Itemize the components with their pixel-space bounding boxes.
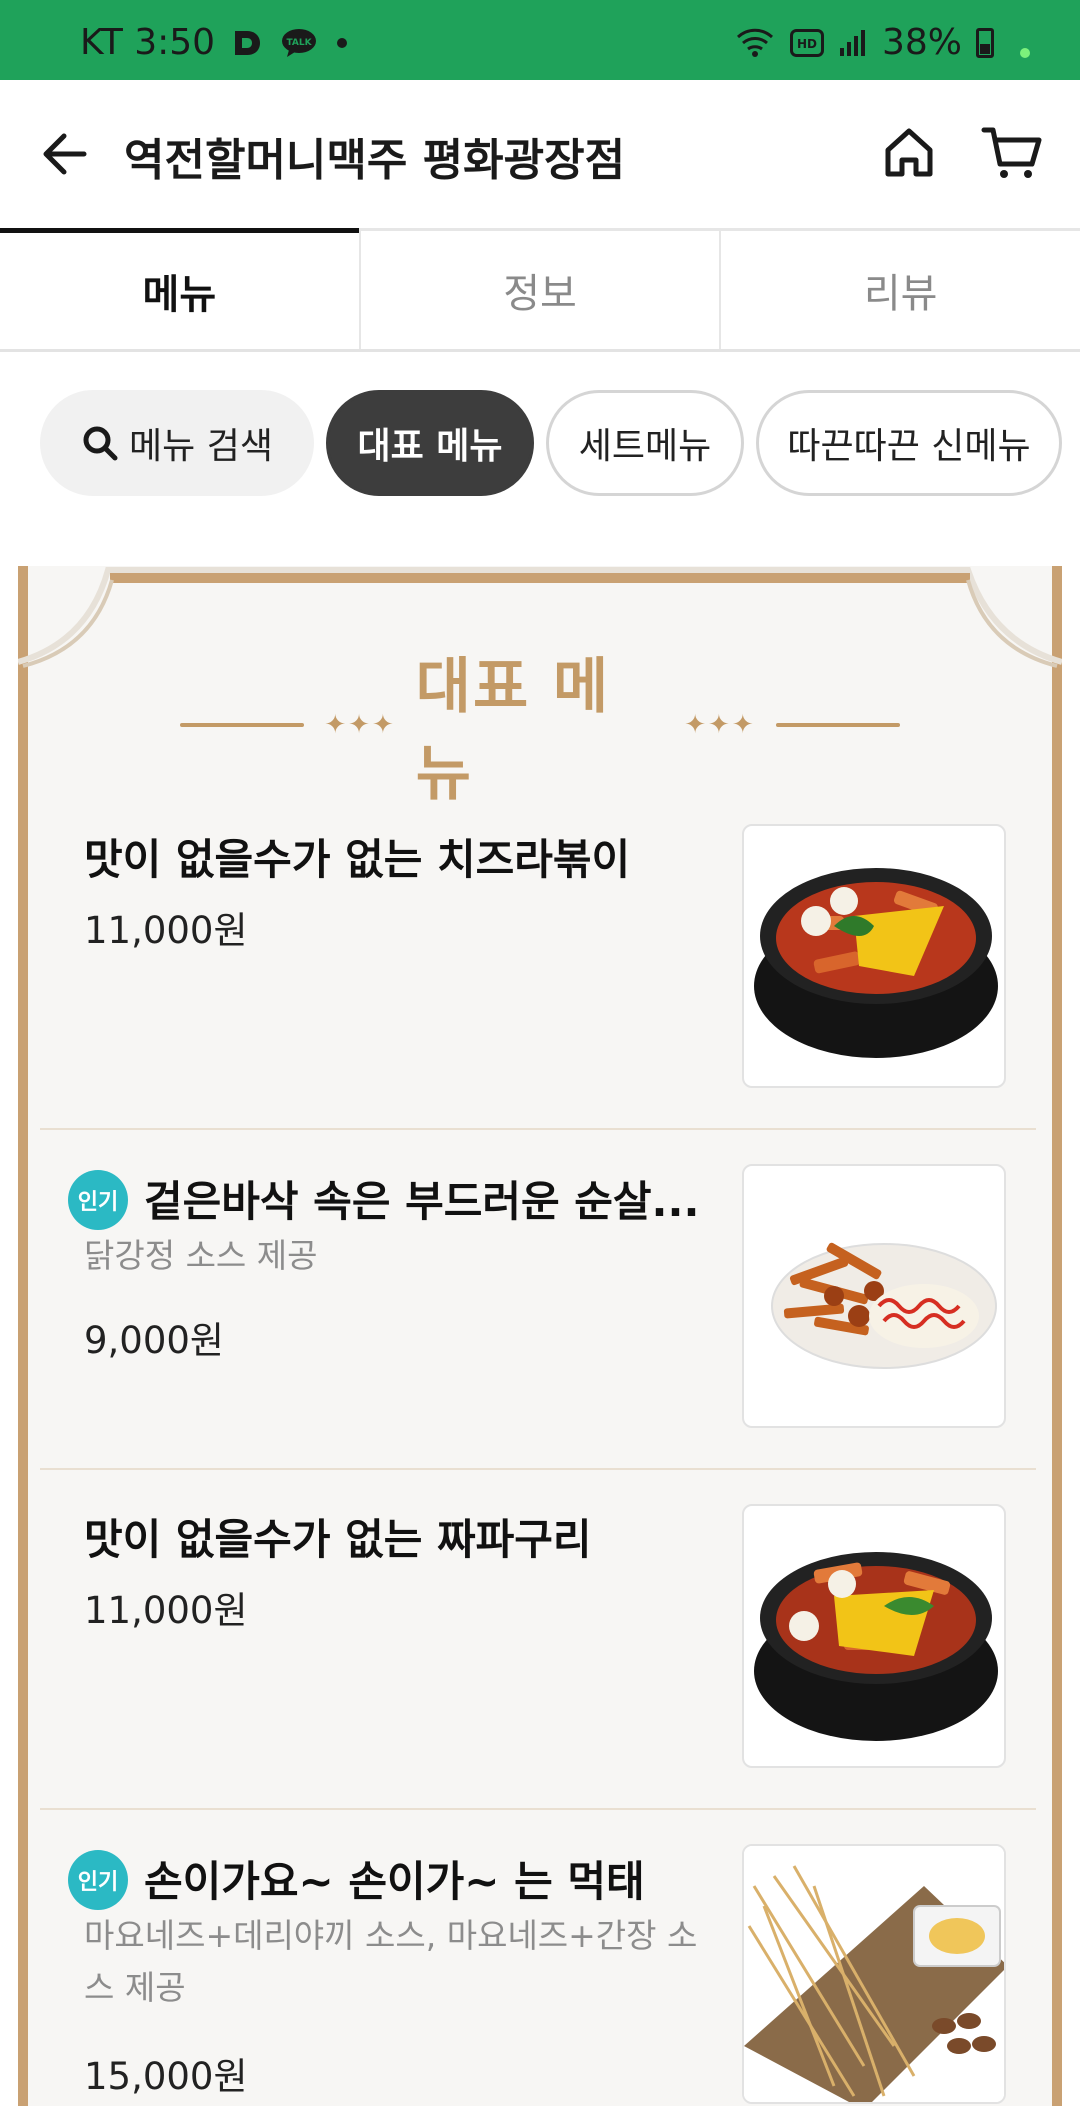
chip-new-menu[interactable]: 따끈따끈 신메뉴 bbox=[756, 390, 1062, 496]
wifi-icon bbox=[734, 27, 776, 59]
status-right: HD 38% bbox=[734, 22, 1030, 63]
menu-item-price: 11,000원 bbox=[84, 1589, 248, 1632]
menu-item[interactable]: 인기 겉은바삭 속은 부드러운 순살... 닭강정 소스 제공 9,000원 bbox=[40, 1130, 1036, 1470]
privacy-indicator bbox=[1020, 47, 1030, 58]
section-title: 대표 메뉴 bbox=[415, 652, 611, 809]
app-header: 역전할머니맥주 평화광장점 bbox=[0, 80, 1080, 230]
menu-item-description: 닭강정 소스 제공 bbox=[84, 1236, 318, 1275]
svg-text:TALK: TALK bbox=[287, 38, 313, 48]
chip-featured-menu[interactable]: 대표 메뉴 bbox=[326, 390, 534, 496]
cart-icon[interactable] bbox=[980, 122, 1046, 184]
menu-item-name: 손이가요~ 손이가~ 는 먹태 bbox=[144, 1857, 645, 1906]
status-bar: KT 3:50 TALK HD 38% bbox=[0, 0, 1080, 80]
menu-item[interactable]: 인기 손이가요~ 손이가~ 는 먹태 마요네즈+데리야끼 소스, 마요네즈+간장… bbox=[40, 1810, 1036, 2110]
status-left: KT 3:50 TALK bbox=[80, 22, 349, 63]
store-title: 역전할머니맥주 평화광장점 bbox=[124, 135, 626, 186]
d-app-icon bbox=[233, 29, 263, 57]
tab-reviews[interactable]: 리뷰 bbox=[719, 228, 1080, 349]
menu-item-photo bbox=[742, 1844, 1006, 2104]
menu-search-label: 메뉴 검색 bbox=[129, 426, 273, 467]
tab-menu[interactable]: 메뉴 bbox=[0, 228, 359, 349]
battery-percent: 38% bbox=[881, 22, 962, 63]
chip-set-menu[interactable]: 세트메뉴 bbox=[546, 390, 744, 496]
tab-info[interactable]: 정보 bbox=[358, 228, 720, 349]
menu-item-description: 마요네즈+데리야끼 소스, 마요네즈+간장 소스 제공 bbox=[84, 1916, 698, 2007]
decorative-line-right bbox=[775, 723, 900, 727]
menu-item-photo bbox=[742, 1504, 1006, 1768]
signal-icon bbox=[838, 28, 868, 58]
dot-icon bbox=[335, 36, 349, 50]
menu-item-name: 맛이 없을수가 없는 치즈라볶이 bbox=[84, 835, 631, 884]
back-arrow-icon[interactable] bbox=[36, 124, 96, 184]
menu-item-photo bbox=[742, 824, 1006, 1088]
decorative-diamonds-icon: ✦✦✦ bbox=[324, 710, 396, 740]
search-icon bbox=[83, 426, 118, 461]
kakaotalk-icon: TALK bbox=[281, 28, 317, 58]
popular-badge: 인기 bbox=[68, 1850, 128, 1910]
hd-icon: HD bbox=[789, 28, 824, 57]
menu-item-name: 겉은바삭 속은 부드러운 순살... bbox=[144, 1177, 700, 1226]
home-icon[interactable] bbox=[878, 122, 940, 184]
menu-search-button[interactable]: 메뉴 검색 bbox=[40, 390, 314, 496]
battery-icon bbox=[976, 27, 994, 58]
carrier-time: KT 3:50 bbox=[80, 22, 216, 63]
menu-item[interactable]: 맛이 없을수가 없는 짜파구리 11,000원 bbox=[40, 1470, 1036, 1810]
popular-badge: 인기 bbox=[68, 1170, 128, 1230]
category-chips: 메뉴 검색 대표 메뉴 세트메뉴 따끈따끈 신메뉴 bbox=[40, 390, 1062, 498]
menu-item-price: 9,000원 bbox=[84, 1319, 224, 1362]
decorative-diamonds-icon: ✦✦✦ bbox=[684, 710, 756, 740]
menu-item-price: 11,000원 bbox=[84, 909, 248, 952]
menu-item[interactable]: 맛이 없을수가 없는 치즈라볶이 11,000원 bbox=[40, 790, 1036, 1130]
section-header: ✦✦✦ 대표 메뉴 ✦✦✦ bbox=[180, 652, 900, 809]
menu-item-photo bbox=[742, 1164, 1006, 1428]
svg-text:HD: HD bbox=[797, 37, 817, 51]
tab-bar: 메뉴 정보 리뷰 bbox=[0, 228, 1080, 352]
menu-item-price: 15,000원 bbox=[84, 2055, 248, 2098]
decorative-line-left bbox=[180, 723, 305, 727]
menu-item-name: 맛이 없을수가 없는 짜파구리 bbox=[84, 1515, 592, 1564]
